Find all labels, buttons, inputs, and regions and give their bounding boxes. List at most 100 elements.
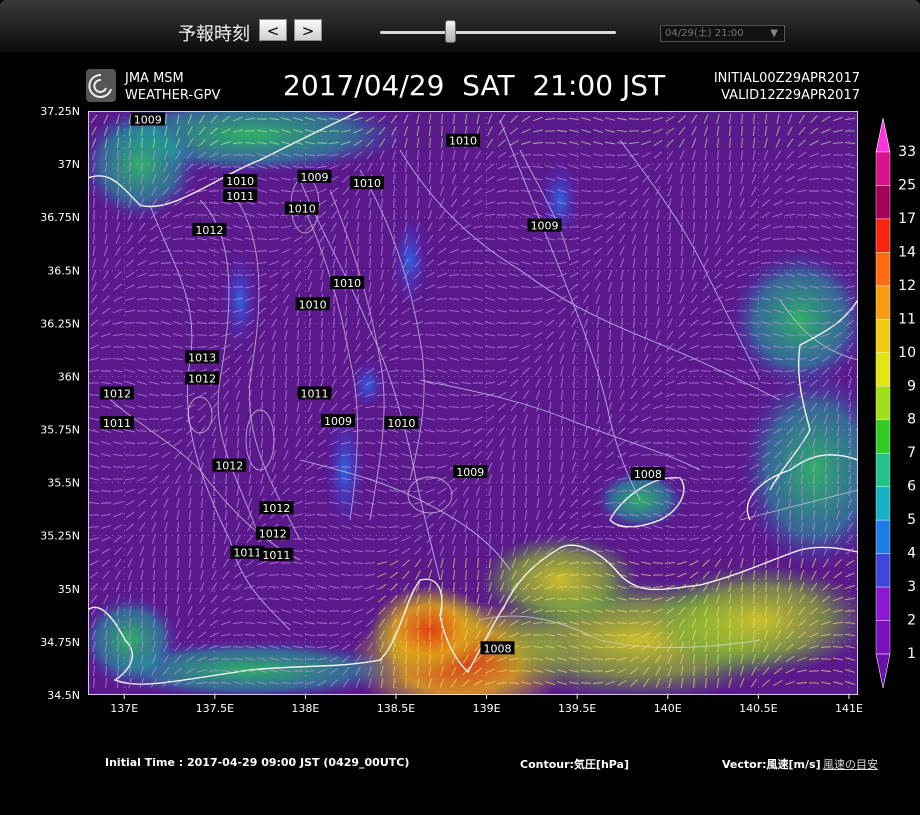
lat-tick-label: 35.5N xyxy=(47,477,80,490)
lat-tick-label: 36N xyxy=(58,370,80,383)
colorbar-tick-label: 10 xyxy=(898,345,916,361)
pressure-label-text: 1008 xyxy=(634,468,662,481)
pressure-label: 1010 xyxy=(350,176,385,190)
wind-arrow xyxy=(160,406,172,408)
wind-speed-guide-link[interactable]: 風速の目安 xyxy=(823,756,878,772)
wind-arrow xyxy=(700,358,712,360)
colorbar-segment xyxy=(875,185,891,220)
lon-tick-label: 140.5E xyxy=(739,702,777,715)
chevron-down-icon: ▼ xyxy=(770,28,778,39)
wind-arrow xyxy=(208,670,220,672)
time-slider-thumb[interactable] xyxy=(445,20,457,43)
lat-tick-label: 37.25N xyxy=(40,105,80,118)
pressure-label-text: 1010 xyxy=(353,177,381,190)
wind-arrow xyxy=(508,682,520,684)
wind-arrow xyxy=(400,502,412,504)
contour-legend-text: Contour:気圧[hPa] xyxy=(520,758,630,771)
pressure-label-text: 1012 xyxy=(103,387,131,400)
colorbar-segment xyxy=(875,352,891,387)
pressure-label: 1008 xyxy=(480,641,515,655)
pressure-label: 1010 xyxy=(384,416,419,430)
wind-arrow xyxy=(664,430,676,432)
wind-arrow xyxy=(424,334,436,336)
pressure-label-text: 1011 xyxy=(103,417,131,430)
wind-arrow xyxy=(556,250,568,252)
wind-arrow xyxy=(100,490,112,492)
pressure-label-text: 1009 xyxy=(531,220,559,233)
pressure-label: 1011 xyxy=(223,188,258,203)
colorbar-segment xyxy=(875,620,891,655)
time-select-value: 04/29(土) 21:00 xyxy=(665,28,744,39)
wind-speed-colorbar: 33 25 17 14 12 11 10 9 8 7 6 5 4 3 2 1 xyxy=(875,117,916,689)
wind-arrow xyxy=(544,610,556,612)
pressure-label: 1011 xyxy=(297,386,332,400)
colorbar-tick-label: 3 xyxy=(907,579,916,595)
lat-tick-label: 35N xyxy=(58,583,80,596)
colorbar-tick-label: 4 xyxy=(907,546,916,562)
wind-arrow xyxy=(760,262,772,264)
wind-arrow xyxy=(304,514,316,516)
colorbar-tick-label: 7 xyxy=(907,445,916,461)
lon-tick-label: 137.5E xyxy=(196,702,234,715)
colorbar-tick-label: 5 xyxy=(907,512,916,528)
vector-legend-text: Vector:風速[m/s] xyxy=(722,758,821,771)
pressure-label: 1011 xyxy=(99,416,134,430)
colorbar-tick-label: 33 xyxy=(898,144,916,160)
wind-arrow xyxy=(496,346,508,348)
valid-stamp: VALID12Z29APR2017 xyxy=(721,88,860,103)
pressure-label: 1008 xyxy=(630,467,665,481)
pressure-label-text: 1009 xyxy=(134,113,162,126)
pressure-label: 1010 xyxy=(295,297,330,311)
pressure-label-text: 1012 xyxy=(215,460,243,473)
colorbar-segment xyxy=(875,319,891,354)
colorbar-segment xyxy=(875,453,891,487)
colorbar-segment xyxy=(875,386,891,420)
colorbar-segment xyxy=(875,151,891,186)
pressure-label-text: 1012 xyxy=(259,528,287,541)
time-select-dropdown[interactable]: 04/29(土) 21:00 ▼ xyxy=(660,25,785,42)
pressure-label-text: 1010 xyxy=(226,175,254,188)
previous-time-button[interactable]: < xyxy=(259,19,287,41)
pressure-label-text: 1012 xyxy=(188,373,216,386)
wind-arrow xyxy=(640,598,652,600)
pressure-label-text: 1009 xyxy=(324,415,352,428)
wind-arrow xyxy=(88,394,100,396)
colorbar-tick-label: 2 xyxy=(907,613,916,629)
colorbar-tick-label: 17 xyxy=(898,211,916,227)
pressure-label-text: 1013 xyxy=(188,351,216,364)
lon-tick-label: 138E xyxy=(291,702,319,715)
time-slider-track[interactable] xyxy=(380,31,616,34)
pressure-label-text: 1010 xyxy=(449,135,477,148)
pressure-label-text: 1009 xyxy=(456,466,484,479)
colorbar-segment xyxy=(875,252,891,287)
pressure-label-text: 1011 xyxy=(300,387,328,400)
next-time-button[interactable]: > xyxy=(294,19,322,41)
pressure-label-text: 1010 xyxy=(333,277,361,290)
pressure-label: 1012 xyxy=(185,371,220,386)
pressure-label: 1010 xyxy=(284,201,319,216)
pressure-label: 1012 xyxy=(255,526,290,541)
wind-arrow xyxy=(196,334,208,336)
pressure-label: 1010 xyxy=(223,174,258,188)
colorbar-segment xyxy=(875,218,891,253)
jma-logo-icon xyxy=(86,69,116,102)
lon-tick-label: 141E xyxy=(835,702,863,715)
pressure-label-text: 1010 xyxy=(387,417,415,430)
pressure-label: 1012 xyxy=(259,501,294,515)
pressure-label-text: 1009 xyxy=(300,171,328,184)
colorbar-segment xyxy=(875,586,891,621)
lat-tick-label: 35.75N xyxy=(40,424,80,437)
initial-time-text: Initial Time : 2017-04-29 09:00 JST (042… xyxy=(105,756,410,769)
initial-stamp: INITIAL00Z29APR2017 xyxy=(714,71,860,86)
colorbar-top-cap xyxy=(875,117,891,153)
top-toolbar: 予報時刻 < > 04/29(土) 21:00 ▼ xyxy=(0,0,920,52)
wind-arrow xyxy=(340,586,352,588)
wind-arrow xyxy=(760,274,772,276)
lon-tick-label: 139E xyxy=(473,702,501,715)
lat-tick-label: 35.25N xyxy=(40,530,80,543)
map-panel: 1009 1010 1009 1010 1010 1011 1010 1009 1012 1010… xyxy=(88,111,858,695)
wind-arrow xyxy=(772,370,784,372)
wind-arrow xyxy=(796,346,808,348)
lon-tick-label: 137E xyxy=(110,702,138,715)
colorbar-tick-label: 14 xyxy=(898,244,916,260)
